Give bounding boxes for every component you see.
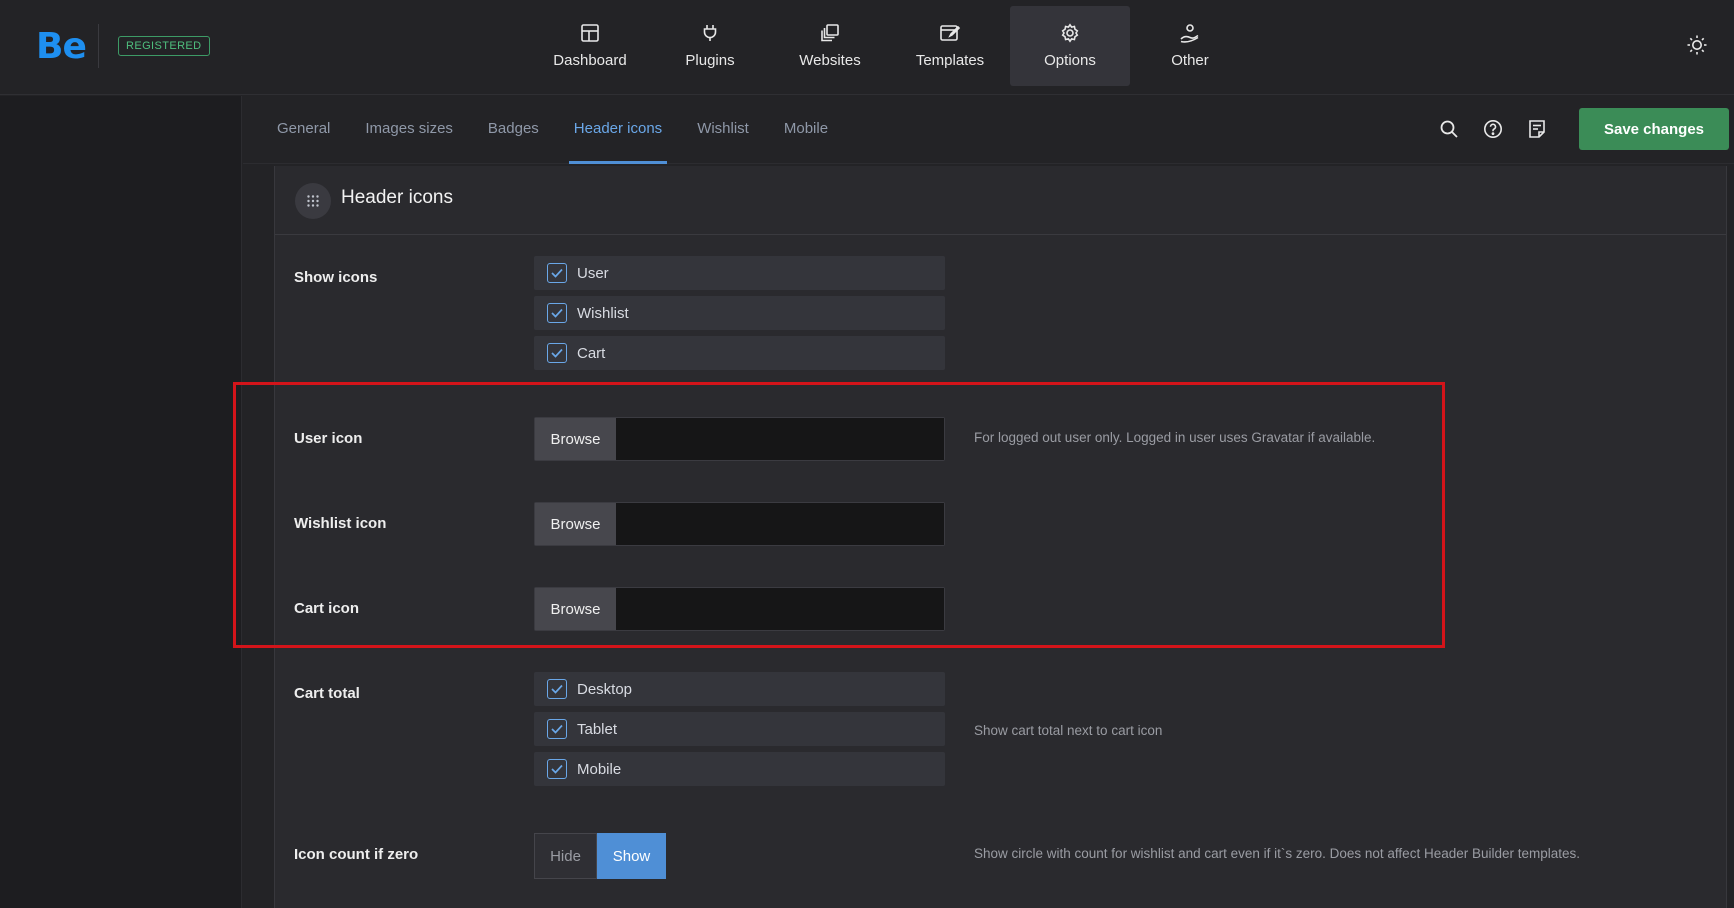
panel-title: Header icons [341, 187, 453, 208]
check-icon [551, 684, 563, 694]
gear-icon [1061, 23, 1079, 43]
nav-other[interactable]: Other [1130, 6, 1250, 86]
nav-options[interactable]: Options [1010, 6, 1130, 86]
nav-label: Websites [799, 52, 861, 69]
check-icon [551, 308, 563, 318]
nav-label: Dashboard [553, 52, 627, 69]
checkbox-cart[interactable]: Cart [534, 336, 945, 370]
drag-handle[interactable] [295, 183, 331, 219]
cart-total-label: Cart total [294, 685, 360, 702]
nav-templates[interactable]: Templates [890, 6, 1010, 86]
browse-button[interactable]: Browse [535, 418, 616, 460]
search-button[interactable] [1439, 119, 1459, 144]
checkbox-box[interactable] [547, 343, 567, 363]
person-hand-icon [1180, 24, 1199, 43]
nav-label: Other [1171, 52, 1209, 69]
divider [98, 24, 99, 68]
notes-icon [1529, 120, 1545, 138]
registered-badge: REGISTERED [118, 36, 210, 56]
checkbox-box[interactable] [547, 303, 567, 323]
header-icons-panel: Header icons Show icons User Wishlist Ca… [274, 166, 1727, 908]
checkbox-box[interactable] [547, 759, 567, 779]
save-changes-button[interactable]: Save changes [1579, 108, 1729, 150]
wishlist-icon-label: Wishlist icon [294, 515, 387, 532]
checkbox-user[interactable]: User [534, 256, 945, 290]
nav-dashboard[interactable]: Dashboard [530, 6, 650, 86]
logo[interactable]: Be [36, 26, 87, 67]
tab-header-icons[interactable]: Header icons [568, 96, 668, 164]
wishlist-icon-field[interactable] [616, 503, 944, 545]
hide-option[interactable]: Hide [534, 833, 597, 879]
tab-general[interactable]: General [277, 96, 330, 164]
user-icon-field[interactable] [616, 418, 944, 460]
checkbox-mobile[interactable]: Mobile [534, 752, 945, 786]
notes-button[interactable] [1527, 119, 1547, 144]
sub-tabs: General Images sizes Badges Header icons… [277, 96, 863, 164]
left-sidebar [0, 96, 242, 908]
checkbox-label: Desktop [577, 680, 633, 698]
cart-icon-label: Cart icon [294, 600, 360, 617]
show-icons-label: Show icons [294, 269, 378, 286]
tab-wishlist[interactable]: Wishlist [697, 96, 749, 164]
wishlist-icon-upload: Browse [534, 502, 945, 546]
dashboard-icon [581, 24, 599, 42]
cart-icon-upload: Browse [534, 587, 945, 631]
nav-label: Templates [915, 52, 985, 69]
check-icon [551, 724, 563, 734]
search-icon [1440, 120, 1458, 138]
user-icon-label: User icon [294, 430, 363, 447]
checkbox-label: User [577, 264, 609, 282]
grip-dots-icon [307, 195, 319, 207]
checkbox-box[interactable] [547, 263, 567, 283]
check-icon [551, 348, 563, 358]
help-icon [1484, 120, 1502, 138]
plug-icon [703, 25, 717, 41]
templates-icon [940, 25, 961, 41]
websites-icon [821, 24, 839, 42]
nav-label: Options [1044, 52, 1096, 69]
check-icon [551, 764, 563, 774]
help-button[interactable] [1483, 119, 1503, 144]
checkbox-box[interactable] [547, 679, 567, 699]
nav-plugins[interactable]: Plugins [650, 6, 770, 86]
tab-mobile[interactable]: Mobile [784, 96, 828, 164]
tab-badges[interactable]: Badges [488, 96, 539, 164]
sun-icon [1687, 35, 1707, 55]
theme-toggle[interactable] [1686, 34, 1708, 61]
icon-count-label: Icon count if zero [294, 846, 419, 863]
browse-button[interactable]: Browse [535, 503, 616, 545]
icon-count-toggle: Hide Show [534, 833, 666, 879]
checkbox-label: Mobile [577, 760, 622, 778]
panel-header: Header icons [275, 166, 1726, 235]
top-bar: Be REGISTERED Dashboard Plugins Websites… [0, 0, 1734, 95]
nav-label: Plugins [685, 52, 735, 69]
cart-icon-field[interactable] [616, 588, 944, 630]
user-icon-hint: For logged out user only. Logged in user… [974, 430, 1376, 445]
checkbox-box[interactable] [547, 719, 567, 739]
show-option[interactable]: Show [597, 833, 666, 879]
tab-images-sizes[interactable]: Images sizes [365, 96, 453, 164]
icon-count-hint: Show circle with count for wishlist and … [974, 846, 1581, 861]
check-icon [551, 268, 563, 278]
cart-total-hint: Show cart total next to cart icon [974, 723, 1163, 738]
user-icon-upload: Browse [534, 417, 945, 461]
checkbox-tablet[interactable]: Tablet [534, 712, 945, 746]
checkbox-wishlist[interactable]: Wishlist [534, 296, 945, 330]
checkbox-desktop[interactable]: Desktop [534, 672, 945, 706]
checkbox-label: Wishlist [577, 304, 629, 322]
checkbox-label: Tablet [577, 720, 618, 738]
nav-websites[interactable]: Websites [770, 6, 890, 86]
browse-button[interactable]: Browse [535, 588, 616, 630]
main-nav: Dashboard Plugins Websites Templates Opt… [530, 6, 1250, 86]
checkbox-label: Cart [577, 344, 606, 362]
sub-nav-bar: General Images sizes Badges Header icons… [243, 96, 1734, 164]
